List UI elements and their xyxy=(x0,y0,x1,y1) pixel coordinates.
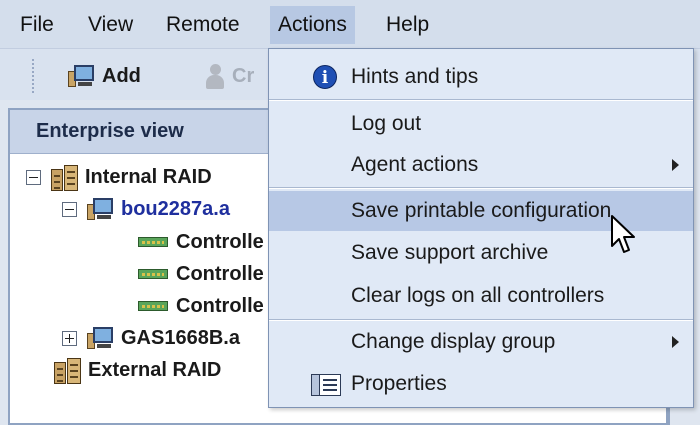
menu-item-label: Clear logs on all controllers xyxy=(351,284,605,307)
collapse-icon[interactable] xyxy=(26,170,41,186)
raid-enclosure-icon xyxy=(51,164,79,191)
add-button-label: Add xyxy=(102,65,141,87)
create-button-label: Cr xyxy=(232,65,255,87)
menu-item-change-display-group[interactable]: Change display group xyxy=(269,322,693,362)
toolbar-grip[interactable] xyxy=(32,59,36,93)
info-icon: i xyxy=(313,65,337,89)
controller-card-icon xyxy=(138,236,170,249)
menu-separator xyxy=(269,319,693,321)
menu-actions[interactable]: Actions xyxy=(270,6,355,44)
tree-node-label: Controlle xyxy=(176,295,264,317)
properties-icon xyxy=(311,374,341,396)
tree-node-controller[interactable]: Controlle xyxy=(138,291,264,321)
menu-item-label: Hints and tips xyxy=(351,65,479,88)
tree-node-label: bou2287a.a xyxy=(121,198,230,220)
tree-node-host-gas1668b[interactable]: GAS1668B.a xyxy=(62,323,240,353)
panel-title: Enterprise view xyxy=(36,120,184,142)
system-icon xyxy=(87,197,115,222)
menu-item-clear-logs[interactable]: Clear logs on all controllers xyxy=(269,276,693,316)
menu-item-log-out[interactable]: Log out xyxy=(269,104,693,144)
menu-item-label: Properties xyxy=(351,372,447,395)
menu-item-label: Save support archive xyxy=(351,241,549,264)
tree-node-label: GAS1668B.a xyxy=(121,327,240,349)
menu-item-label: Log out xyxy=(351,112,422,135)
tree-node-label: Internal RAID xyxy=(85,166,212,188)
create-button: Cr xyxy=(204,59,254,93)
tree-node-label: External RAID xyxy=(88,359,222,381)
tree-node-controller[interactable]: Controlle xyxy=(138,259,264,289)
menu-item-label: Change display group xyxy=(351,330,556,353)
collapse-icon[interactable] xyxy=(62,202,77,218)
tree-node-label: Controlle xyxy=(176,231,264,253)
system-icon xyxy=(87,326,115,351)
tree-node-label: Controlle xyxy=(176,263,264,285)
menu-separator xyxy=(269,187,693,189)
controller-card-icon xyxy=(138,268,170,281)
menu-help[interactable]: Help xyxy=(378,6,437,44)
menu-separator xyxy=(269,99,693,101)
create-icon xyxy=(204,63,226,90)
controller-card-icon xyxy=(138,300,170,313)
menu-item-agent-actions[interactable]: Agent actions xyxy=(269,145,693,185)
add-system-icon xyxy=(68,64,96,89)
menu-item-label: Save printable configuration xyxy=(351,199,612,222)
menu-item-hints-and-tips[interactable]: i Hints and tips xyxy=(269,57,693,97)
menu-bar: File View Remote Actions Help xyxy=(0,0,700,48)
menu-remote[interactable]: Remote xyxy=(158,6,248,44)
tree-node-host-bou2287a[interactable]: bou2287a.a xyxy=(62,194,230,224)
tree-node-controller[interactable]: Controlle xyxy=(138,227,264,257)
menu-item-properties[interactable]: Properties xyxy=(269,364,693,404)
mouse-cursor-icon xyxy=(611,215,635,253)
submenu-arrow-icon xyxy=(672,159,679,171)
tree-node-external-raid[interactable]: External RAID xyxy=(54,355,221,385)
menu-item-label: Agent actions xyxy=(351,153,479,176)
menu-view[interactable]: View xyxy=(80,6,141,44)
raid-enclosure-icon xyxy=(54,357,82,384)
expand-icon[interactable] xyxy=(62,331,77,347)
tree-node-internal-raid[interactable]: Internal RAID xyxy=(26,162,212,192)
add-button[interactable]: Add xyxy=(68,59,141,93)
menu-file[interactable]: File xyxy=(12,6,62,44)
submenu-arrow-icon xyxy=(672,336,679,348)
